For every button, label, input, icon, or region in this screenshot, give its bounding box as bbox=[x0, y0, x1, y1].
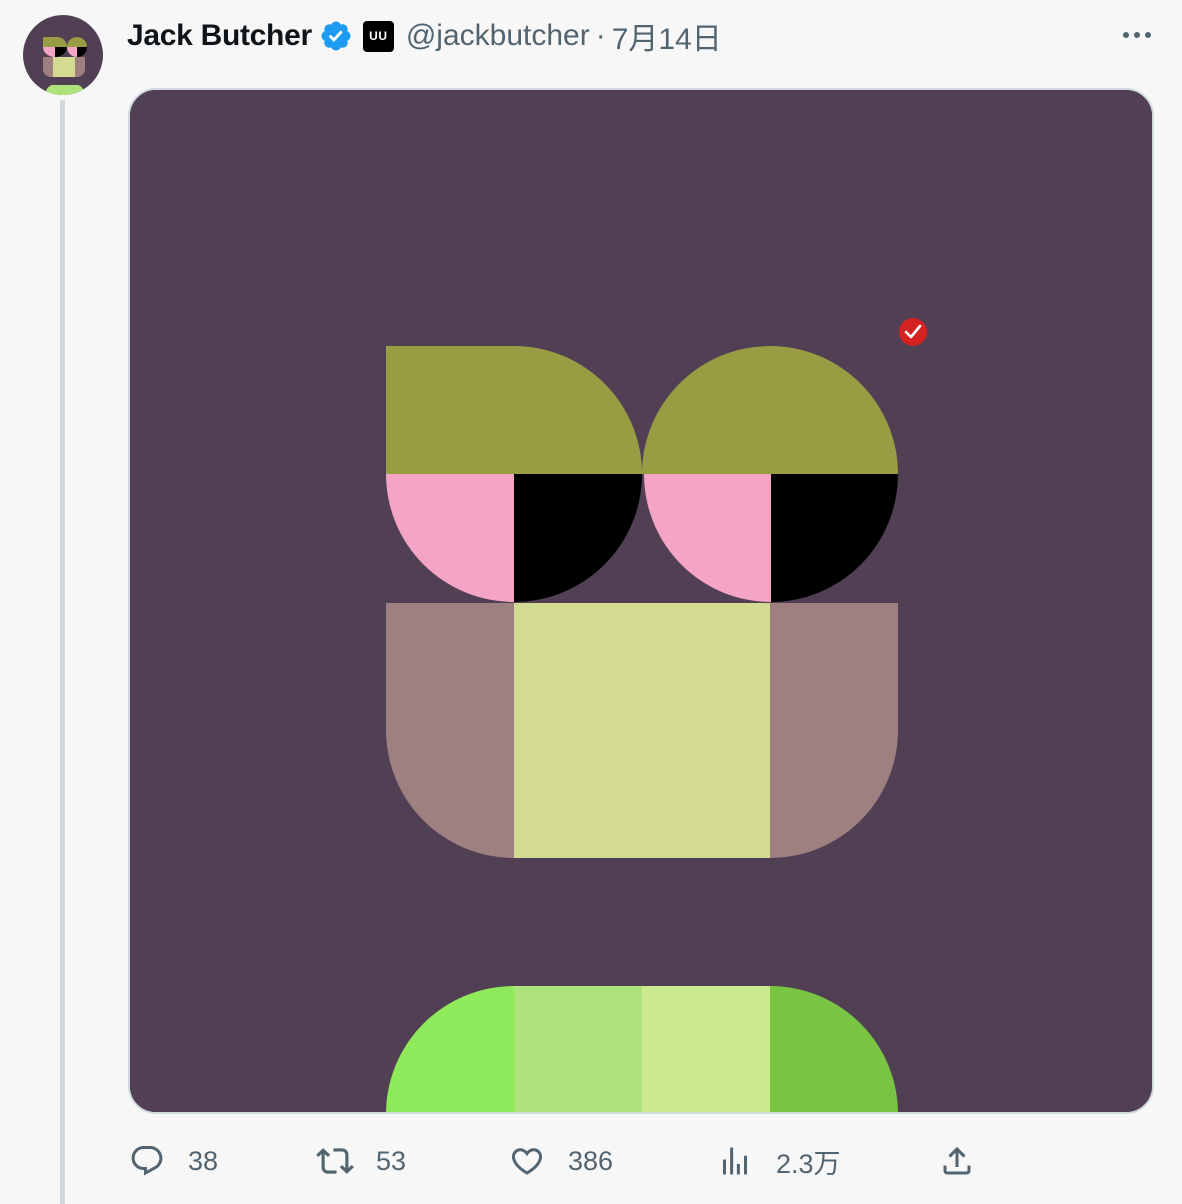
thread-line bbox=[60, 100, 65, 1204]
retweet-count: 53 bbox=[376, 1145, 407, 1176]
retweet-icon bbox=[316, 1142, 354, 1180]
verified-badge-icon[interactable] bbox=[319, 19, 353, 53]
tweet-actions: 38 53 386 2.3万 bbox=[128, 1138, 988, 1184]
red-check-icon bbox=[899, 318, 927, 346]
tweet-header: Jack Butcher UU @jackbutcher · 7月14日 bbox=[127, 14, 722, 58]
body-mid-left bbox=[514, 986, 642, 1112]
share-icon bbox=[938, 1142, 976, 1180]
heart-icon bbox=[508, 1142, 546, 1180]
tweet-date[interactable]: 7月14日 bbox=[612, 14, 722, 58]
separator-dot: · bbox=[595, 19, 606, 52]
user-handle[interactable]: @jackbutcher bbox=[406, 19, 590, 53]
share-button[interactable] bbox=[938, 1138, 976, 1184]
display-name[interactable]: Jack Butcher bbox=[127, 19, 312, 53]
views-button[interactable]: 2.3万 bbox=[716, 1138, 841, 1184]
tweet: Jack Butcher UU @jackbutcher · 7月14日 38 … bbox=[0, 0, 1182, 1204]
tweet-image[interactable] bbox=[128, 88, 1154, 1114]
reply-icon bbox=[128, 1142, 166, 1180]
views-chart-icon bbox=[716, 1142, 754, 1180]
views-count: 2.3万 bbox=[776, 1148, 841, 1179]
more-options-button[interactable] bbox=[1118, 22, 1156, 48]
body-mid-right bbox=[642, 986, 770, 1112]
retweet-button[interactable]: 53 bbox=[316, 1138, 406, 1184]
more-horizontal-icon bbox=[1123, 32, 1151, 38]
mouth-block bbox=[514, 603, 770, 858]
affiliate-badge[interactable]: UU bbox=[362, 20, 394, 52]
reply-button[interactable]: 38 bbox=[128, 1138, 218, 1184]
like-button[interactable]: 386 bbox=[508, 1138, 613, 1184]
reply-count: 38 bbox=[188, 1145, 219, 1176]
like-count: 386 bbox=[568, 1145, 614, 1176]
avatar[interactable] bbox=[23, 15, 103, 95]
